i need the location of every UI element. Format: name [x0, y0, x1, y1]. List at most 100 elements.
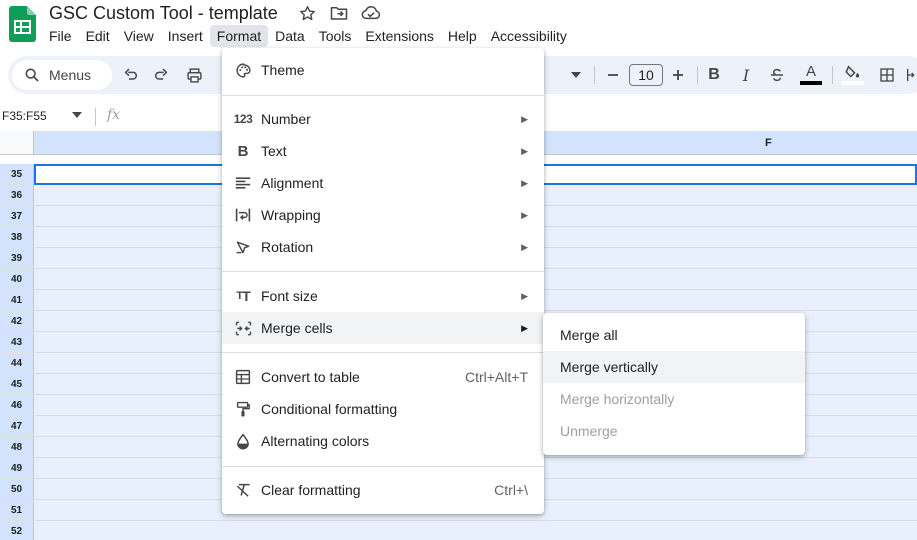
menu-divider	[222, 466, 544, 467]
menu-tools[interactable]: Tools	[312, 25, 359, 47]
menu-extensions[interactable]: Extensions	[358, 25, 440, 47]
row-header[interactable]: 35	[0, 164, 34, 185]
submenu-item-merge-vertically[interactable]: Merge vertically	[543, 351, 805, 383]
formula-bar-divider	[95, 108, 96, 126]
row-header[interactable]: 43	[0, 332, 34, 353]
menu-view[interactable]: View	[117, 25, 161, 47]
row-header[interactable]: 45	[0, 374, 34, 395]
font-dropdown-arrow-icon[interactable]	[568, 56, 584, 94]
fill-color-icon[interactable]	[840, 56, 866, 94]
submenu-item-label: Unmerge	[560, 423, 618, 439]
cell[interactable]	[34, 521, 917, 540]
menu-bar: File Edit View Insert Format Data Tools …	[42, 25, 574, 47]
menu-item-text[interactable]: B Text ▶	[222, 135, 544, 167]
row-header[interactable]: 50	[0, 479, 34, 500]
submenu-arrow-icon: ▶	[521, 209, 528, 220]
select-all-corner[interactable]	[0, 131, 34, 155]
menu-edit[interactable]: Edit	[79, 25, 117, 47]
menu-data[interactable]: Data	[268, 25, 312, 47]
borders-icon[interactable]	[876, 56, 898, 94]
menu-file[interactable]: File	[42, 25, 79, 47]
menu-item-font-size[interactable]: TT Font size ▶	[222, 280, 544, 312]
row-header[interactable]: 42	[0, 311, 34, 332]
name-box-dropdown-icon[interactable]	[72, 112, 82, 118]
fx-icon: fx	[107, 107, 121, 123]
toolbar-divider	[697, 66, 698, 84]
row-header[interactable]: 52	[0, 521, 34, 540]
table-row: 52	[0, 521, 917, 540]
menu-item-number[interactable]: 123 Number ▶	[222, 103, 544, 135]
cloud-saved-icon[interactable]	[361, 4, 381, 22]
menu-divider	[222, 352, 544, 353]
text-color-icon[interactable]: A	[798, 56, 824, 94]
drop-icon	[233, 431, 253, 451]
row-header[interactable]: 51	[0, 500, 34, 521]
palette-icon	[233, 60, 253, 80]
sheets-logo[interactable]	[9, 6, 36, 42]
table-icon	[233, 367, 253, 387]
row-header[interactable]: 46	[0, 395, 34, 416]
redo-icon[interactable]	[150, 56, 172, 94]
bold-text-icon: B	[237, 142, 249, 160]
menu-divider	[222, 271, 544, 272]
document-title[interactable]: GSC Custom Tool - template	[49, 3, 278, 24]
menu-item-clear-formatting[interactable]: Clear formatting Ctrl+\	[222, 474, 544, 506]
toolbar-divider	[832, 66, 833, 84]
row-header[interactable]: 39	[0, 248, 34, 269]
submenu-arrow-icon: ▶	[521, 113, 528, 124]
menu-item-label: Merge cells	[261, 320, 333, 336]
menu-accessibility[interactable]: Accessibility	[484, 25, 574, 47]
row-header[interactable]: 40	[0, 269, 34, 290]
row-header[interactable]: 48	[0, 437, 34, 458]
row-header[interactable]: 44	[0, 353, 34, 374]
print-icon[interactable]	[182, 56, 206, 94]
increase-font-size-icon[interactable]	[669, 56, 687, 94]
submenu-arrow-icon: ▶	[521, 241, 528, 252]
row-header[interactable]: 37	[0, 206, 34, 227]
menu-item-alignment[interactable]: Alignment ▶	[222, 167, 544, 199]
paint-roller-icon	[233, 399, 253, 419]
menu-item-conditional-formatting[interactable]: Conditional formatting	[222, 393, 544, 425]
menu-item-theme[interactable]: Theme	[222, 54, 544, 86]
row-header[interactable]: 49	[0, 458, 34, 479]
strikethrough-icon[interactable]	[766, 56, 788, 94]
row-header[interactable]: 38	[0, 227, 34, 248]
merge-icon[interactable]	[904, 56, 917, 94]
merge-cells-icon	[233, 318, 253, 338]
menu-format[interactable]: Format	[209, 25, 269, 47]
move-to-folder-icon[interactable]	[329, 4, 349, 22]
menu-help[interactable]: Help	[441, 25, 484, 47]
bold-icon[interactable]: B	[703, 56, 725, 94]
menu-item-label: Font size	[261, 288, 318, 304]
menus-label: Menus	[49, 67, 92, 83]
decrease-font-size-icon[interactable]	[604, 56, 622, 94]
row-header[interactable]: 47	[0, 416, 34, 437]
merge-cells-submenu: Merge all Merge vertically Merge horizon…	[543, 313, 805, 455]
row-header[interactable]: 41	[0, 290, 34, 311]
menu-item-merge-cells[interactable]: Merge cells ▶	[222, 312, 544, 344]
menu-item-label: Number	[261, 111, 311, 127]
menu-item-rotation[interactable]: Rotation ▶	[222, 231, 544, 263]
menu-item-alternating-colors[interactable]: Alternating colors	[222, 425, 544, 457]
italic-icon[interactable]: I	[735, 56, 757, 94]
column-label: F	[765, 137, 772, 149]
shortcut-text: Ctrl+\	[494, 482, 528, 498]
row-header[interactable]: 36	[0, 185, 34, 206]
number-format-icon: 123	[233, 112, 253, 126]
align-icon	[233, 173, 253, 193]
undo-icon[interactable]	[120, 56, 142, 94]
submenu-item-merge-all[interactable]: Merge all	[543, 319, 805, 351]
menu-item-label: Text	[261, 143, 287, 159]
star-icon[interactable]	[297, 4, 317, 22]
menu-insert[interactable]: Insert	[161, 25, 210, 47]
font-size-input[interactable]: 10	[629, 64, 663, 86]
menu-item-label: Wrapping	[261, 207, 321, 223]
clear-format-icon	[233, 480, 253, 500]
submenu-item-label: Merge vertically	[560, 359, 659, 375]
name-box[interactable]: F35:F55	[2, 109, 47, 123]
search-menus-button[interactable]: Menus	[12, 60, 112, 90]
toolbar-divider	[594, 66, 595, 84]
rotation-icon	[233, 237, 253, 257]
menu-item-wrapping[interactable]: Wrapping ▶	[222, 199, 544, 231]
menu-item-convert-to-table[interactable]: Convert to table Ctrl+Alt+T	[222, 361, 544, 393]
